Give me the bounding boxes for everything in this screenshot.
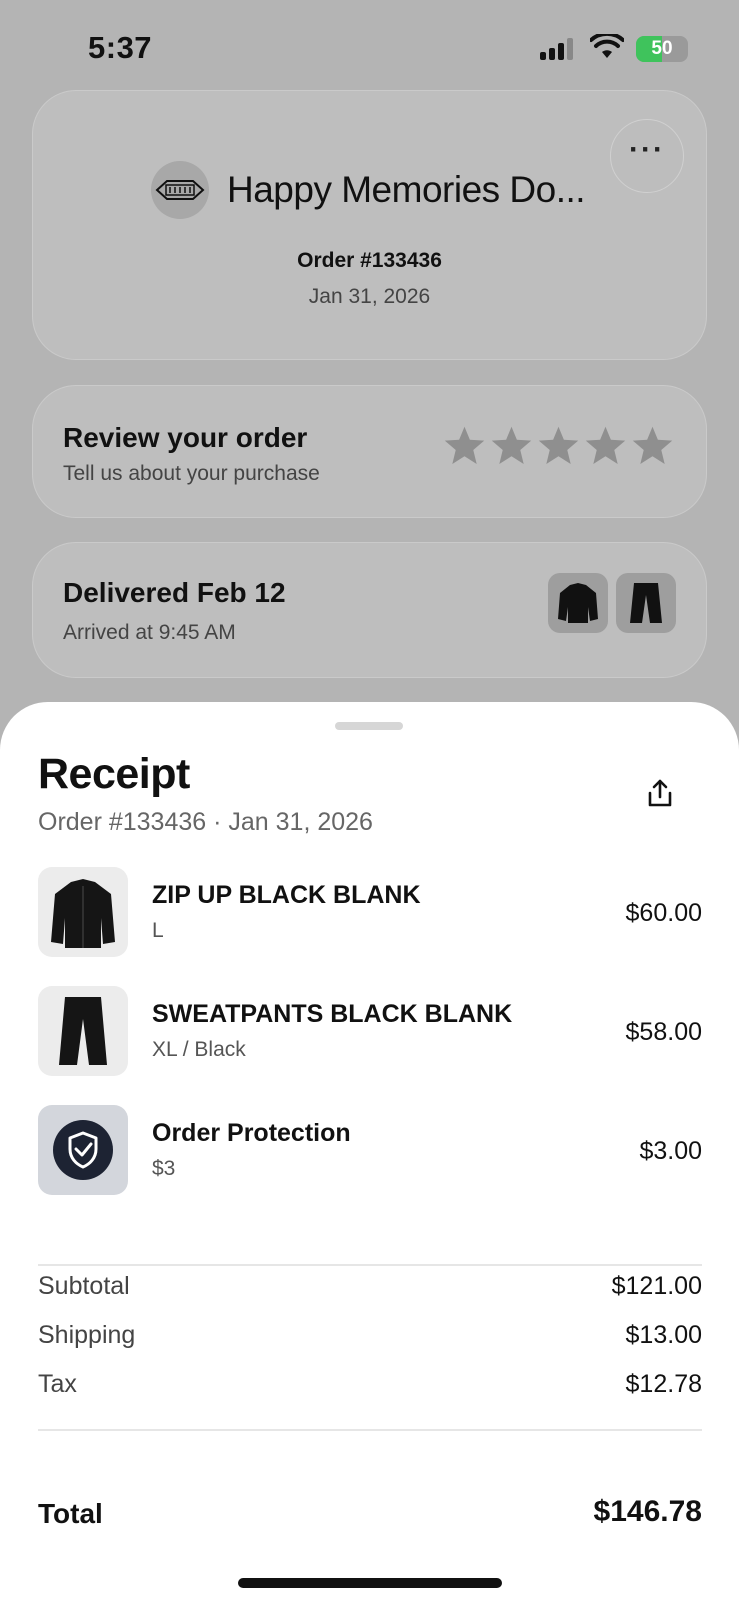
item-price: $60.00 xyxy=(625,899,702,927)
star-icon-4[interactable] xyxy=(584,424,627,467)
star-rating[interactable] xyxy=(443,424,674,467)
star-icon-5[interactable] xyxy=(631,424,674,467)
hoodie-thumbnail-icon xyxy=(548,573,608,633)
sheet-grabber[interactable] xyxy=(335,722,403,730)
status-time: 5:37 xyxy=(88,30,153,65)
subtotal-label: Subtotal xyxy=(38,1272,130,1300)
pants-thumbnail-icon xyxy=(616,573,676,633)
home-indicator[interactable] xyxy=(238,1578,502,1588)
shipping-row: Shipping $13.00 xyxy=(38,1321,702,1350)
store-card: ··· Happy Memories Do... Order #133436 J… xyxy=(32,90,707,360)
status-bar: 5:37 50 xyxy=(0,0,739,100)
total-value: $146.78 xyxy=(593,1495,702,1528)
store-logo-icon xyxy=(151,161,209,219)
share-button[interactable] xyxy=(640,774,680,814)
wifi-icon xyxy=(590,34,624,58)
item-variant: L xyxy=(152,919,164,942)
more-options-button[interactable]: ··· xyxy=(610,119,684,193)
item-variant: XL / Black xyxy=(152,1038,246,1061)
item-price: $58.00 xyxy=(625,1018,702,1046)
shield-check-icon xyxy=(38,1105,128,1195)
review-card[interactable]: Review your order Tell us about your pur… xyxy=(32,385,707,518)
star-icon-1[interactable] xyxy=(443,424,486,467)
divider xyxy=(38,1429,702,1431)
delivery-card[interactable]: Delivered Feb 12 Arrived at 9:45 AM xyxy=(32,542,707,678)
receipt-subtitle: Order #133436 · Jan 31, 2026 xyxy=(38,808,373,836)
order-number: Order #133436 xyxy=(297,249,442,272)
receipt-item[interactable]: Order Protection $3 $3.00 xyxy=(38,1105,702,1197)
cellular-signal-icon xyxy=(540,38,573,60)
order-date: Jan 31, 2026 xyxy=(308,285,431,308)
share-icon xyxy=(648,779,672,807)
hoodie-icon xyxy=(38,867,128,957)
tax-label: Tax xyxy=(38,1370,77,1398)
pants-icon xyxy=(38,986,128,1076)
item-name: SWEATPANTS BLACK BLANK xyxy=(152,1000,513,1028)
subtotal-row: Subtotal $121.00 xyxy=(38,1272,702,1301)
divider xyxy=(38,1264,702,1266)
receipt-item[interactable]: ZIP UP BLACK BLANK L $60.00 xyxy=(38,867,702,959)
item-name: Order Protection xyxy=(152,1119,351,1147)
item-variant: $3 xyxy=(152,1157,176,1180)
shipping-label: Shipping xyxy=(38,1321,136,1349)
store-name[interactable]: Happy Memories Do... xyxy=(227,169,586,211)
store-header: Happy Memories Do... xyxy=(151,161,586,219)
review-subtitle: Tell us about your purchase xyxy=(63,462,320,485)
shipping-value: $13.00 xyxy=(625,1321,702,1349)
battery-level: 50 xyxy=(651,38,673,59)
tax-value: $12.78 xyxy=(625,1370,702,1398)
delivery-title: Delivered Feb 12 xyxy=(63,577,286,608)
star-icon-2[interactable] xyxy=(490,424,533,467)
receipt-title: Receipt xyxy=(38,750,190,798)
delivery-thumbnails xyxy=(548,573,676,633)
subtotal-value: $121.00 xyxy=(611,1272,702,1300)
delivery-subtitle: Arrived at 9:45 AM xyxy=(63,621,236,644)
star-icon-3[interactable] xyxy=(537,424,580,467)
battery-icon: 50 xyxy=(636,36,688,62)
tax-row: Tax $12.78 xyxy=(38,1370,702,1399)
item-price: $3.00 xyxy=(639,1137,702,1165)
receipt-sheet: Receipt Order #133436 · Jan 31, 2026 ZIP… xyxy=(0,702,739,1600)
item-name: ZIP UP BLACK BLANK xyxy=(152,881,421,909)
total-label: Total xyxy=(38,1498,103,1529)
receipt-item[interactable]: SWEATPANTS BLACK BLANK XL / Black $58.00 xyxy=(38,986,702,1078)
review-title: Review your order xyxy=(63,422,308,453)
